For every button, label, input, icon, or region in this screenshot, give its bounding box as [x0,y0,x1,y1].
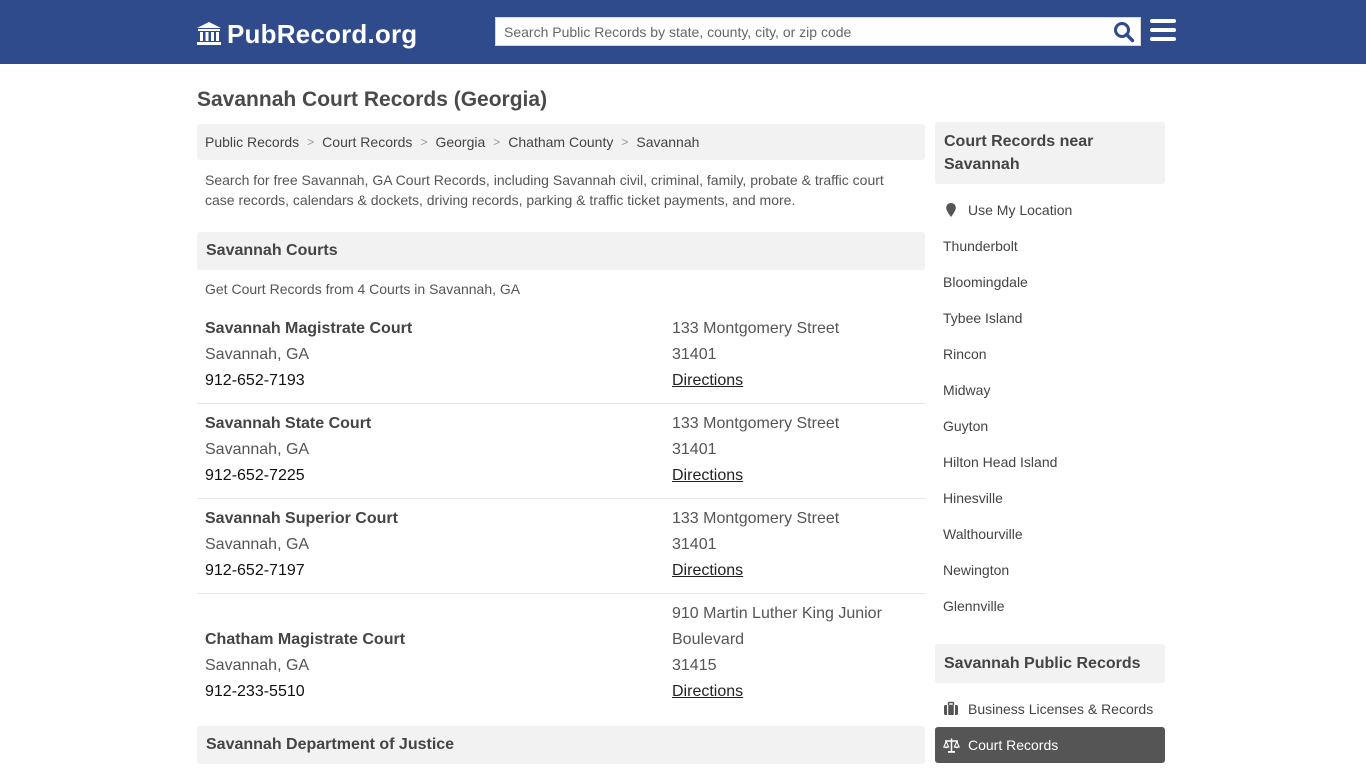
nearby-link-walthourville[interactable]: Walthourville [943,525,1023,543]
nearby-link-hilton-head-island[interactable]: Hilton Head Island [943,453,1057,471]
menu-icon-bar [1150,28,1176,32]
directions-link[interactable]: Directions [672,558,839,584]
nearby-link-rincon[interactable]: Rincon [943,345,987,363]
nearby-link-glennville[interactable]: Glennville [943,597,1004,615]
public-records-heading: Savannah Public Records [935,644,1165,683]
menu-icon-bar [1150,37,1176,41]
nearby-link-tybee-island[interactable]: Tybee Island [943,309,1022,327]
court-zip: 31401 [672,346,717,363]
use-my-location-label: Use My Location [968,202,1073,218]
nearby-link-midway[interactable]: Midway [943,381,990,399]
court-phone[interactable]: 912-233-5510 [205,679,405,705]
courts-count-text: Get Court Records from 4 Courts in Savan… [205,281,521,297]
hamburger-menu-button[interactable] [1150,19,1176,43]
court-city: Savannah, GA [205,657,310,674]
court-zip: 31401 [672,441,717,458]
court-address: 133 Montgomery Street [672,320,840,337]
nearby-link-guyton[interactable]: Guyton [943,417,988,435]
nearby-link-newington[interactable]: Newington [943,561,1009,579]
court-records-link-active[interactable]: Court Records [935,727,1165,763]
court-phone[interactable]: 912-652-7225 [205,463,371,489]
scales-icon [943,738,960,753]
court-listing: Savannah Superior Court Savannah, GA 912… [197,506,925,594]
directions-link[interactable]: Directions [672,679,882,705]
breadcrumb-separator: > [307,135,315,149]
court-address: 133 Montgomery Street [672,510,840,527]
nearby-link-thunderbolt[interactable]: Thunderbolt [943,237,1018,255]
court-listing: Savannah State Court Savannah, GA 912-65… [197,411,925,499]
court-address: 910 Martin Luther King Junior [672,605,882,622]
breadcrumb-georgia[interactable]: Georgia [435,134,485,150]
breadcrumb-separator: > [420,135,428,149]
court-name: Savannah Magistrate Court [205,320,413,337]
directions-link[interactable]: Directions [672,463,839,489]
map-marker-icon [946,203,956,217]
business-licenses-link[interactable]: Business Licenses & Records [943,700,1153,718]
court-phone[interactable]: 912-652-7197 [205,558,398,584]
logo-text: PubRecord.org [227,18,418,49]
breadcrumb-public-records[interactable]: Public Records [205,134,299,150]
court-phone[interactable]: 912-652-7193 [205,368,412,394]
directions-link[interactable]: Directions [672,368,839,394]
nearby-link-hinesville[interactable]: Hinesville [943,489,1003,507]
court-address-line2: Boulevard [672,631,745,648]
court-records-label: Court Records [968,737,1059,753]
page-title: Savannah Court Records (Georgia) [197,88,548,111]
top-navigation-bar: PubRecord.org [0,0,1366,64]
court-city: Savannah, GA [205,536,310,553]
business-licenses-label: Business Licenses & Records [968,701,1154,717]
breadcrumb-separator: > [621,135,629,149]
breadcrumb-savannah[interactable]: Savannah [636,134,699,150]
breadcrumb-chatham-county[interactable]: Chatham County [508,134,613,150]
breadcrumb-separator: > [493,135,501,149]
courts-section-heading: Savannah Courts [197,232,925,270]
search-input[interactable] [496,18,1106,45]
breadcrumb-court-records[interactable]: Court Records [322,134,412,150]
intro-text: Search for free Savannah, GA Court Recor… [205,172,884,208]
site-logo[interactable]: PubRecord.org [196,19,417,49]
courthouse-icon [197,22,221,45]
court-city: Savannah, GA [205,346,310,363]
search-button[interactable] [1113,21,1135,43]
breadcrumb: Public Records > Court Records > Georgia… [197,124,925,160]
court-listing: Chatham Magistrate Court Savannah, GA 91… [197,601,925,713]
nearby-court-records-heading: Court Records near Savannah [935,122,1165,184]
court-city: Savannah, GA [205,441,310,458]
nearby-link-bloomingdale[interactable]: Bloomingdale [943,273,1028,291]
briefcase-icon [944,701,958,715]
court-zip: 31401 [672,536,717,553]
court-name: Savannah State Court [205,415,372,432]
search-icon [1114,22,1135,43]
search-box [495,17,1141,46]
use-my-location-link[interactable]: Use My Location [943,201,1072,219]
menu-icon [1150,19,1176,23]
court-listing: Savannah Magistrate Court Savannah, GA 9… [197,316,925,404]
court-address: 133 Montgomery Street [672,415,840,432]
court-name: Chatham Magistrate Court [205,631,406,648]
court-name: Savannah Superior Court [205,510,398,527]
court-zip: 31415 [672,657,717,674]
doj-section-heading: Savannah Department of Justice [197,726,925,764]
